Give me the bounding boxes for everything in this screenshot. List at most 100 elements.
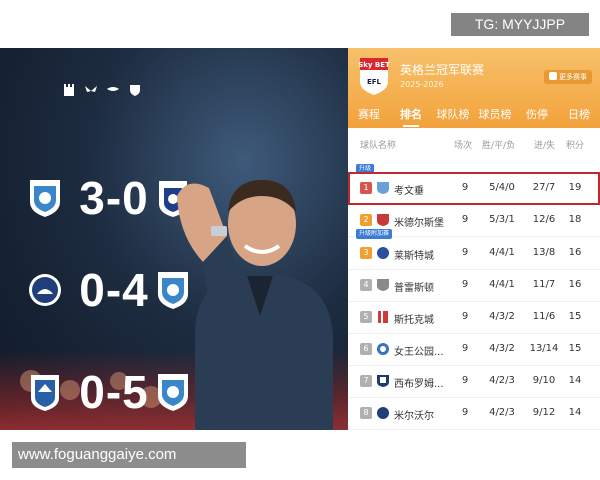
goals-for-against: 13/8 [532, 247, 556, 258]
middlesbrough-crest-icon [377, 214, 389, 226]
efl-skybet-logo: Sky BET EFL [358, 58, 390, 95]
sheffield-wednesday-crest-icon [31, 375, 59, 411]
points: 15 [568, 311, 582, 322]
league-season: 2025-2026 [400, 80, 444, 89]
goals-for-against: 27/7 [532, 182, 556, 193]
goals-for-against: 12/6 [532, 214, 556, 225]
goals-for-against: 11/6 [532, 311, 556, 322]
table-row[interactable]: 1 考文垂 9 5/4/0 27/7 19 [348, 172, 600, 205]
league-title: 英格兰冠军联赛 [400, 63, 485, 77]
more-events-button[interactable]: 更多赛事 [544, 70, 592, 84]
team-name: 莱斯特城 [394, 251, 434, 262]
table-row[interactable]: 4 普雷斯顿 9 4/4/1 11/7 16 [348, 269, 600, 302]
coventry-crest-icon [30, 180, 60, 217]
rank-badge: 1 [360, 182, 372, 194]
rank-badge: 2 [360, 214, 372, 226]
millwall-crest-icon [377, 407, 389, 419]
points: 16 [568, 247, 582, 258]
tab-team-rankings[interactable]: 球队榜 [432, 104, 474, 128]
win-draw-loss: 4/4/1 [489, 279, 515, 290]
millwall-crest-icon [29, 274, 61, 306]
points: 14 [568, 407, 582, 418]
win-draw-loss: 5/3/1 [489, 214, 515, 225]
column-team: 球队名称 [360, 141, 397, 151]
match-score: 0-4 [79, 264, 149, 316]
column-record: 胜/平/负 [482, 141, 516, 151]
match-score: 0-5 [79, 366, 149, 418]
win-draw-loss: 5/4/0 [489, 182, 515, 193]
club-partner-logos [62, 82, 142, 96]
rank-badge: 7 [360, 375, 372, 387]
preston-crest-icon [377, 279, 389, 291]
matches-played: 9 [461, 311, 469, 322]
bird-icon [106, 82, 120, 96]
table-header: 球队名称 场次 胜/平/负 进/失 积分 [348, 132, 600, 152]
matches-played: 9 [461, 343, 469, 354]
team-name: 米尔沃尔 [394, 411, 434, 422]
win-draw-loss: 4/2/3 [489, 407, 515, 418]
leicester-crest-icon [377, 247, 389, 259]
win-draw-loss: 4/2/3 [489, 375, 515, 386]
table-row[interactable]: 3 莱斯特城 9 4/4/1 13/8 16 [348, 237, 600, 270]
points: 14 [568, 375, 582, 386]
team-name: 女王公园... [394, 347, 444, 358]
tab-daily[interactable]: 日榜 [558, 104, 600, 128]
column-goals: 进/失 [534, 141, 556, 151]
coventry-crest-icon [377, 182, 389, 194]
matches-played: 9 [461, 214, 469, 225]
points: 18 [568, 214, 582, 225]
stoke-crest-icon [378, 311, 388, 323]
column-played: 场次 [454, 141, 473, 151]
team-name: 考文垂 [394, 186, 424, 197]
tab-schedule[interactable]: 赛程 [348, 104, 390, 128]
matches-played: 9 [461, 407, 469, 418]
tab-standings[interactable]: 排名 [390, 104, 432, 128]
match-score: 3-0 [79, 172, 149, 224]
team-name: 西布罗姆... [394, 379, 444, 390]
castle-icon [62, 82, 76, 96]
win-draw-loss: 4/3/2 [489, 343, 515, 354]
rank-badge: 3 [360, 247, 372, 259]
url-watermark: www.foguanggaiye.com [12, 442, 246, 468]
qpr-crest-icon [377, 343, 389, 355]
tab-player-rankings[interactable]: 球员榜 [474, 104, 516, 128]
league-header: Sky BET EFL 英格兰冠军联赛 2025-2026 更多赛事 [348, 48, 600, 104]
points: 15 [568, 343, 582, 354]
tg-watermark: TG: MYYJJPP [451, 13, 589, 36]
stats-tabs: 赛程 排名 球队榜 球员榜 伤停 日榜 [348, 104, 600, 128]
table-row[interactable]: 6 女王公园... 9 4/3/2 13/14 15 [348, 333, 600, 366]
team-name: 米德尔斯堡 [394, 218, 444, 229]
matches-played: 9 [461, 182, 469, 193]
league-standings-panel: Sky BET EFL 英格兰冠军联赛 2025-2026 更多赛事 赛程 排名… [348, 48, 600, 430]
menu-icon [549, 72, 557, 80]
rank-badge: 8 [360, 407, 372, 419]
team-name: 斯托克城 [394, 315, 434, 326]
wings-icon [84, 82, 98, 96]
matches-played: 9 [461, 375, 469, 386]
table-row[interactable]: 8 米尔沃尔 9 4/2/3 9/12 14 [348, 397, 600, 430]
logo-efl-text: EFL [367, 78, 382, 86]
goals-for-against: 11/7 [532, 279, 556, 290]
matches-played: 9 [461, 247, 469, 258]
west-brom-crest-icon [377, 375, 389, 387]
logo-brand-text: Sky BET [358, 61, 390, 69]
goals-for-against: 9/12 [532, 407, 556, 418]
match-results-photo: 3-0 0-4 0-5 [0, 48, 348, 430]
win-draw-loss: 4/3/2 [489, 311, 515, 322]
goals-for-against: 13/14 [529, 343, 559, 354]
rank-badge: 4 [360, 279, 372, 291]
rank-badge: 5 [360, 311, 372, 323]
shield-icon [128, 82, 142, 96]
goals-for-against: 9/10 [532, 375, 556, 386]
points: 19 [568, 182, 582, 193]
manager-applauding-figure [177, 180, 333, 430]
table-row[interactable]: 7 西布罗姆... 9 4/2/3 9/10 14 [348, 365, 600, 398]
rank-badge: 6 [360, 343, 372, 355]
team-name: 普雷斯顿 [394, 283, 434, 294]
table-row[interactable]: 5 斯托克城 9 4/3/2 11/6 15 [348, 301, 600, 334]
more-events-label: 更多赛事 [559, 73, 587, 81]
tab-injuries[interactable]: 伤停 [516, 104, 558, 128]
matches-played: 9 [461, 279, 469, 290]
points: 16 [568, 279, 582, 290]
column-points: 积分 [566, 141, 585, 151]
